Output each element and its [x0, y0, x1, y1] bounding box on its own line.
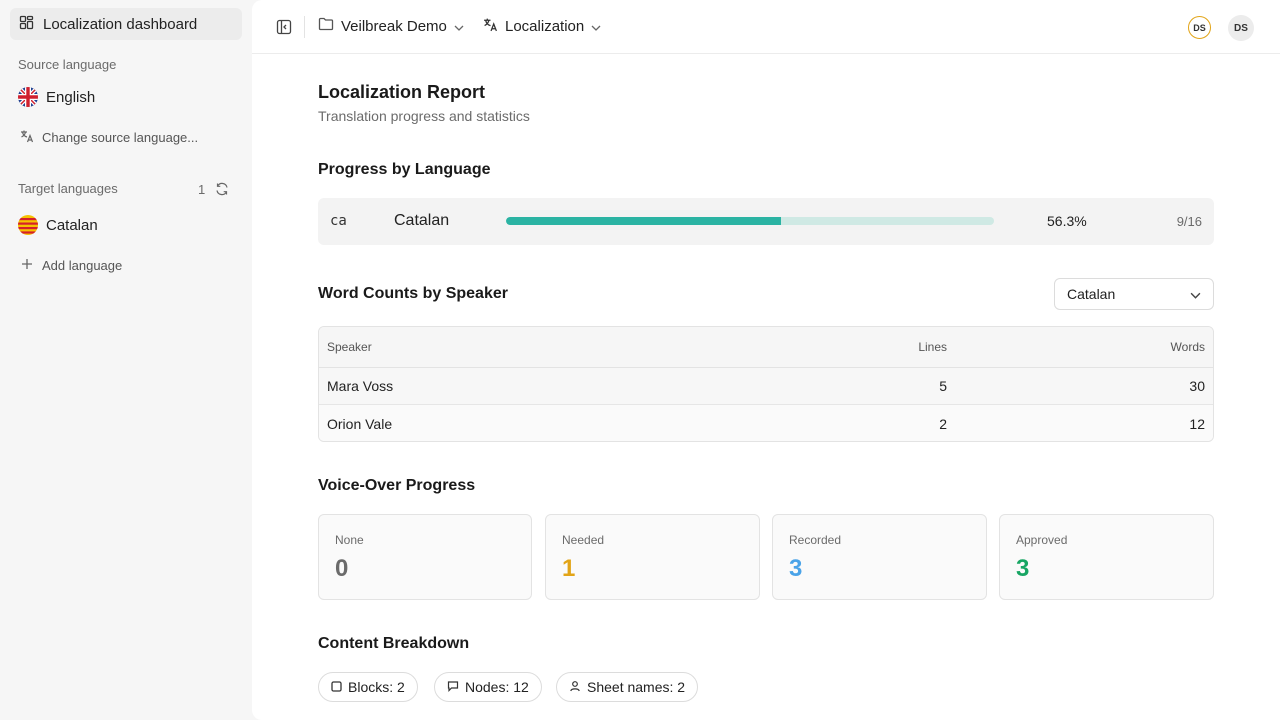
plus-icon [20, 257, 34, 274]
sidebar-item-localization-dashboard[interactable]: Localization dashboard [10, 8, 242, 40]
sheet-names-chip: Sheet names: 2 [556, 672, 699, 702]
voice-over-label: Approved [1016, 533, 1068, 547]
voice-over-value: 1 [562, 555, 576, 582]
content-breakdown-heading: Content Breakdown [318, 635, 470, 652]
target-languages-heading: Target languages [18, 181, 118, 196]
voice-over-heading: Voice-Over Progress [318, 477, 476, 494]
table-row: Mara Voss 5 30 [319, 368, 1213, 405]
voice-over-card-needed: Needed 1 [545, 514, 760, 600]
nodes-chip: Nodes: 12 [434, 672, 542, 702]
lines-cell: 2 [939, 415, 947, 432]
voice-over-value: 0 [335, 555, 349, 582]
top-bar: Veilbreak Demo Localization DS DS [252, 0, 1280, 54]
language-select-value: Catalan [1067, 286, 1116, 302]
progress-heading: Progress by Language [318, 161, 491, 178]
table-row: Orion Vale 2 12 [319, 405, 1213, 441]
chip-label: Blocks: 2 [348, 679, 405, 695]
page-subtitle: Translation progress and statistics [318, 108, 530, 124]
page-title: Localization Report [318, 82, 486, 102]
translate-icon [20, 129, 34, 146]
progress-bar-fill [506, 217, 781, 225]
lines-cell: 5 [939, 378, 947, 394]
voice-over-card-none: None 0 [318, 514, 532, 600]
column-header-speaker[interactable]: Speaker [327, 327, 372, 367]
project-selector[interactable]: Veilbreak Demo [318, 17, 464, 35]
message-icon [447, 679, 459, 695]
progress-percent: 56.3% [1047, 213, 1087, 229]
word-counts-heading: Word Counts by Speaker [318, 285, 508, 302]
blocks-chip: Blocks: 2 [318, 672, 418, 702]
words-cell: 12 [1189, 415, 1205, 432]
sidebar-toggle-icon[interactable] [276, 19, 292, 40]
catalan-flag-icon [18, 215, 38, 235]
voice-over-label: Recorded [789, 533, 842, 547]
sidebar-item-label: Localization dashboard [43, 15, 198, 33]
voice-over-label: Needed [562, 533, 605, 547]
toolbar-divider [304, 16, 305, 38]
speaker-cell: Mara Voss [327, 378, 394, 394]
words-cell: 30 [1189, 378, 1205, 394]
mode-selector[interactable]: Localization [483, 17, 601, 36]
target-languages-count: 1 [198, 182, 206, 197]
dashboard-icon [19, 15, 34, 34]
avatar[interactable]: DS [1188, 16, 1211, 39]
target-language-name: Catalan [46, 216, 98, 234]
chevron-down-icon [591, 18, 601, 35]
voice-over-label: None [335, 533, 364, 547]
change-source-language-button[interactable]: Change source language... [20, 129, 198, 146]
user-avatar[interactable]: DS [1228, 15, 1254, 41]
refresh-icon[interactable] [215, 182, 229, 201]
table-header: Speaker Lines Words [319, 327, 1213, 368]
add-language-button[interactable]: Add language [20, 257, 122, 274]
progress-bar [506, 217, 994, 225]
chip-label: Nodes: 12 [465, 679, 529, 695]
source-language-heading: Source language [18, 57, 117, 72]
translate-icon [483, 17, 498, 36]
language-progress-row: ca Catalan 56.3% 9/16 [318, 198, 1214, 245]
voice-over-card-recorded: Recorded 3 [772, 514, 987, 600]
main-panel: Veilbreak Demo Localization DS DS Locali… [252, 0, 1280, 720]
chevron-down-icon [1190, 286, 1201, 302]
change-source-label: Change source language... [42, 130, 199, 145]
sidebar: Localization dashboard Source language E… [0, 0, 252, 720]
speaker-cell: Orion Vale [327, 415, 393, 432]
word-counts-table: Speaker Lines Words Mara Voss 5 30 Orion… [318, 326, 1214, 442]
chip-label: Sheet names: 2 [587, 679, 686, 695]
column-header-words[interactable]: Words [1171, 327, 1205, 367]
folder-icon [318, 17, 334, 35]
square-icon [331, 679, 342, 695]
uk-flag-icon [18, 87, 38, 107]
voice-over-card-approved: Approved 3 [999, 514, 1214, 600]
language-code: ca [330, 213, 347, 229]
user-icon [569, 679, 581, 695]
voice-over-value: 3 [789, 555, 803, 582]
column-header-lines[interactable]: Lines [918, 327, 947, 367]
target-language-item-catalan[interactable]: Catalan [18, 215, 98, 235]
voice-over-value: 3 [1016, 555, 1030, 582]
project-name: Veilbreak Demo [341, 17, 447, 35]
source-language-item[interactable]: English [18, 87, 95, 107]
language-select[interactable]: Catalan [1054, 278, 1214, 310]
add-language-label: Add language [42, 258, 123, 273]
chevron-down-icon [454, 18, 464, 35]
mode-name: Localization [505, 18, 585, 35]
progress-fraction: 9/16 [1176, 214, 1202, 229]
source-language-name: English [46, 88, 96, 106]
language-name: Catalan [394, 212, 450, 229]
